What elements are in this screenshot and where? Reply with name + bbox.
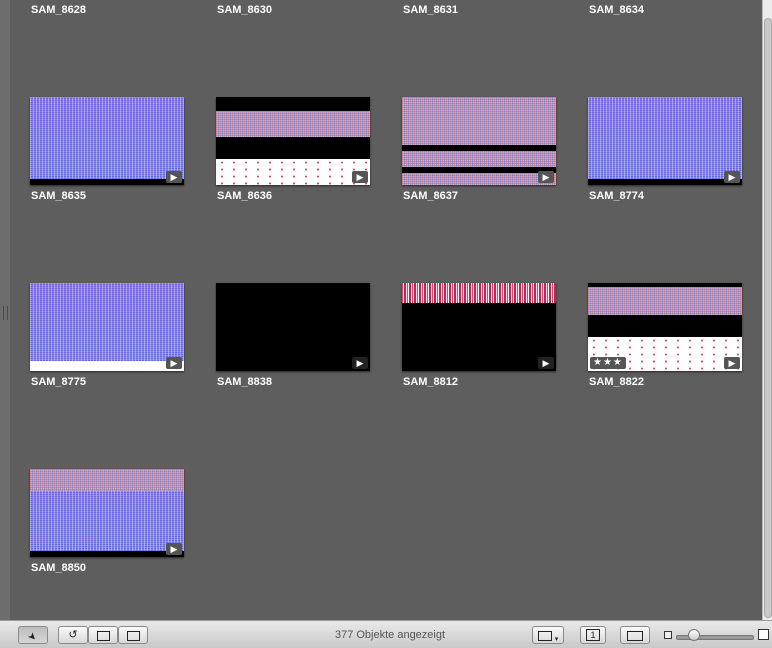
photo-caption[interactable]: SAM_8628 [31, 4, 86, 16]
photo-caption[interactable]: SAM_8812 [403, 376, 458, 388]
bottom-toolbar: ➤ ↺ 377 Objekte angezeigt ▾ 1 [0, 620, 772, 648]
photo-thumbnail[interactable]: ▶ [402, 283, 556, 371]
photo-caption[interactable]: SAM_8838 [217, 376, 272, 388]
photo-caption[interactable]: SAM_8630 [217, 4, 272, 16]
thumbnail-size-slider-knob[interactable] [688, 629, 700, 641]
video-camera-icon: ▶ [166, 543, 182, 555]
small-thumbnail-icon [664, 631, 672, 639]
video-camera-icon: ▶ [166, 171, 182, 183]
item-count-status: 377 Objekte angezeigt [334, 629, 446, 641]
black-band [30, 179, 184, 185]
left-resize-strip[interactable] [0, 0, 10, 620]
photo-caption[interactable]: SAM_8637 [403, 190, 458, 202]
send-button[interactable] [118, 626, 148, 644]
video-camera-icon: ▶ [538, 171, 554, 183]
photo-thumbnail[interactable]: ▶ [30, 283, 184, 371]
pointer-icon: ➤ [25, 629, 40, 644]
video-camera-icon: ▶ [724, 357, 740, 369]
rotate-button[interactable]: ↺ [58, 626, 88, 644]
black-band [402, 145, 556, 151]
pointer-tool-button[interactable]: ➤ [18, 626, 48, 644]
video-camera-icon: ▶ [352, 171, 368, 183]
photo-grid: SAM_8628 SAM_8630 SAM_8631 SAM_8634 ▶ SA… [0, 0, 762, 620]
noise-band [30, 469, 184, 491]
large-thumbnail-icon [758, 629, 769, 640]
print-button[interactable] [88, 626, 118, 644]
noise-band [216, 111, 370, 137]
video-camera-icon: ▶ [352, 357, 368, 369]
photo-caption[interactable]: SAM_8850 [31, 562, 86, 574]
black-band [30, 551, 184, 557]
photo-caption[interactable]: SAM_8775 [31, 376, 86, 388]
photo-caption[interactable]: SAM_8631 [403, 4, 458, 16]
photo-thumbnail[interactable]: ▶ [216, 283, 370, 371]
rotate-icon: ↺ [68, 629, 78, 641]
one-up-view-button[interactable]: 1 [580, 626, 606, 644]
noise-band [402, 283, 556, 303]
print-icon [96, 631, 110, 641]
resize-grip-icon[interactable] [3, 306, 8, 320]
list-view-button[interactable] [620, 626, 650, 644]
video-camera-icon: ▶ [538, 357, 554, 369]
white-band [216, 159, 370, 185]
photo-thumbnail[interactable]: ▶ [30, 97, 184, 185]
scrollbar-thumb[interactable] [764, 18, 772, 618]
slideshow-button[interactable]: ▾ [532, 626, 564, 644]
photo-caption[interactable]: SAM_8774 [589, 190, 644, 202]
photo-thumbnail[interactable]: ▶ [588, 97, 742, 185]
photo-thumbnail[interactable]: ▶ [402, 97, 556, 185]
noise-band [588, 287, 742, 315]
star-rating[interactable]: ★★★ [590, 357, 626, 369]
photo-caption[interactable]: SAM_8822 [589, 376, 644, 388]
list-view-icon [627, 631, 643, 641]
one-up-label: 1 [586, 629, 600, 641]
send-icon [126, 631, 140, 641]
video-camera-icon: ▶ [166, 357, 182, 369]
photo-caption[interactable]: SAM_8634 [589, 4, 644, 16]
video-camera-icon: ▶ [724, 171, 740, 183]
photo-caption[interactable]: SAM_8635 [31, 190, 86, 202]
photo-caption[interactable]: SAM_8636 [217, 190, 272, 202]
chevron-down-icon: ▾ [554, 636, 559, 643]
vertical-scrollbar[interactable] [762, 0, 772, 620]
slideshow-icon [537, 631, 552, 641]
white-band [30, 361, 184, 371]
photo-thumbnail[interactable]: ▶ [30, 469, 184, 557]
photo-thumbnail[interactable]: ▶ [216, 97, 370, 185]
photo-thumbnail[interactable]: ★★★ ▶ [588, 283, 742, 371]
black-band [402, 167, 556, 173]
black-band [588, 179, 742, 185]
